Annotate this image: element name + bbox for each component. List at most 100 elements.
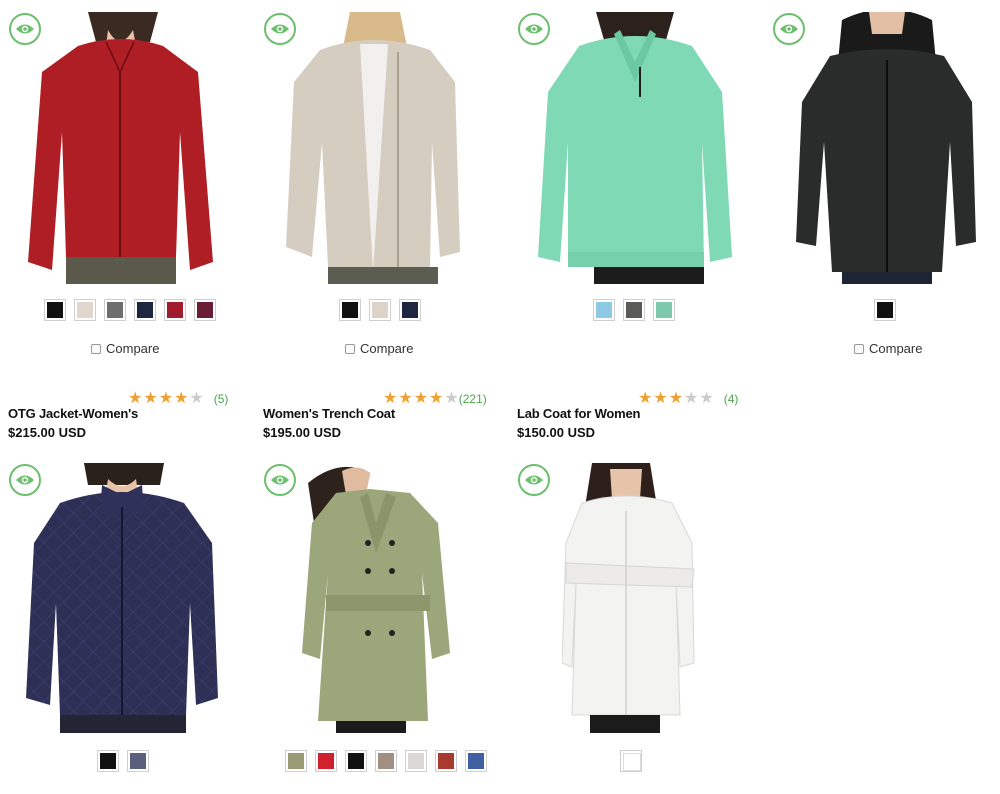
white-lab-coat-illustration (562, 463, 695, 733)
swatch-color (288, 753, 304, 769)
compare-checkbox[interactable]: Compare (91, 341, 159, 356)
color-swatches (285, 750, 487, 772)
color-swatch[interactable] (593, 299, 615, 321)
color-swatch[interactable] (375, 750, 397, 772)
compare-label: Compare (106, 341, 160, 356)
swatch-color (130, 753, 146, 769)
navy-quilted-jacket-illustration (26, 463, 218, 733)
swatch-color (378, 753, 394, 769)
color-swatch[interactable] (435, 750, 457, 772)
eye-icon (16, 475, 34, 485)
product-image-red-jacket[interactable] (18, 12, 223, 284)
star-empty-icon: ★ (699, 390, 714, 407)
compare-label: Compare (869, 341, 923, 356)
compare-checkbox[interactable]: Compare (345, 341, 413, 356)
color-swatch[interactable] (369, 299, 391, 321)
color-swatches (339, 299, 421, 321)
color-swatch[interactable] (345, 750, 367, 772)
quick-view-button[interactable] (264, 13, 296, 45)
quick-view-button[interactable] (264, 464, 296, 496)
black-coat-illustration (796, 12, 976, 284)
color-swatch[interactable] (653, 299, 675, 321)
eye-icon (271, 24, 289, 34)
checkbox-icon[interactable] (854, 343, 864, 354)
product-image-black-coat[interactable] (794, 12, 980, 284)
checkbox-icon[interactable] (345, 343, 355, 354)
color-swatch[interactable] (44, 299, 66, 321)
star-rating[interactable]: ★ ★ ★ ★ ★ (4) (638, 391, 738, 407)
star-rating[interactable]: ★ ★ ★ ★ ★ (221) (383, 391, 487, 407)
color-swatch[interactable] (405, 750, 427, 772)
olive-trench-coat-illustration (302, 466, 450, 733)
star-filled-icon: ★ (174, 390, 189, 407)
color-swatch[interactable] (399, 299, 421, 321)
color-swatch[interactable] (104, 299, 126, 321)
product-title[interactable]: Women's Trench Coat (263, 406, 395, 421)
stars: ★ ★ ★ ★ ★ (383, 391, 459, 407)
product-image-white-lab-coat[interactable] (562, 463, 698, 733)
swatch-color (107, 302, 123, 318)
red-jacket-illustration (28, 12, 213, 284)
swatch-color (348, 753, 364, 769)
quick-view-button[interactable] (9, 13, 41, 45)
product-price: $195.00 USD (263, 425, 342, 440)
color-swatch[interactable] (623, 299, 645, 321)
product-title[interactable]: OTG Jacket-Women's (8, 406, 138, 421)
color-swatch[interactable] (127, 750, 149, 772)
star-filled-icon: ★ (383, 390, 398, 407)
color-swatch[interactable] (315, 750, 337, 772)
swatch-color (877, 302, 893, 318)
beige-jacket-illustration (286, 12, 460, 284)
color-swatch[interactable] (285, 750, 307, 772)
review-count: (221) (458, 392, 487, 406)
color-swatch[interactable] (97, 750, 119, 772)
compare-label: Compare (360, 341, 414, 356)
eye-icon (780, 24, 798, 34)
color-swatch[interactable] (194, 299, 216, 321)
color-swatches (44, 299, 216, 321)
swatch-color (342, 302, 358, 318)
review-count: (5) (213, 392, 229, 406)
quick-view-button[interactable] (773, 13, 805, 45)
product-image-navy-quilted-jacket[interactable] (24, 463, 220, 733)
color-swatch[interactable] (620, 750, 642, 772)
swatch-color (197, 302, 213, 318)
star-filled-icon: ★ (398, 390, 413, 407)
star-filled-icon: ★ (158, 390, 174, 407)
product-image-mint-pullover[interactable] (534, 12, 736, 284)
checkbox-icon[interactable] (91, 343, 101, 354)
quick-view-button[interactable] (518, 13, 550, 45)
color-swatch[interactable] (339, 299, 361, 321)
color-swatch[interactable] (465, 750, 487, 772)
star-filled-icon: ★ (429, 390, 444, 407)
color-swatch[interactable] (134, 299, 156, 321)
product-price: $150.00 USD (517, 425, 596, 440)
color-swatch[interactable] (74, 299, 96, 321)
star-empty-icon: ★ (444, 390, 459, 407)
swatch-color (438, 753, 454, 769)
color-swatch[interactable] (164, 299, 186, 321)
product-image-beige-jacket[interactable] (280, 12, 466, 284)
quick-view-button[interactable] (9, 464, 41, 496)
stars: ★ ★ ★ ★ ★ (638, 391, 714, 407)
swatch-color (596, 302, 612, 318)
star-empty-icon: ★ (684, 390, 699, 407)
review-count: (4) (723, 392, 739, 406)
color-swatch[interactable] (874, 299, 896, 321)
swatch-color (402, 302, 418, 318)
star-rating[interactable]: ★ ★ ★ ★ ★ (5) (128, 391, 228, 407)
swatch-color (167, 302, 183, 318)
swatch-color (77, 302, 93, 318)
color-swatches (97, 750, 149, 772)
star-filled-icon: ★ (143, 390, 158, 407)
swatch-color (372, 302, 388, 318)
swatch-color (47, 302, 63, 318)
swatch-color (100, 753, 116, 769)
stars: ★ ★ ★ ★ ★ (128, 391, 204, 407)
product-title[interactable]: Lab Coat for Women (517, 406, 640, 421)
eye-icon (525, 475, 543, 485)
color-swatches (874, 299, 896, 321)
product-image-olive-trench-coat[interactable] (300, 463, 456, 733)
compare-checkbox[interactable]: Compare (854, 341, 922, 356)
quick-view-button[interactable] (518, 464, 550, 496)
